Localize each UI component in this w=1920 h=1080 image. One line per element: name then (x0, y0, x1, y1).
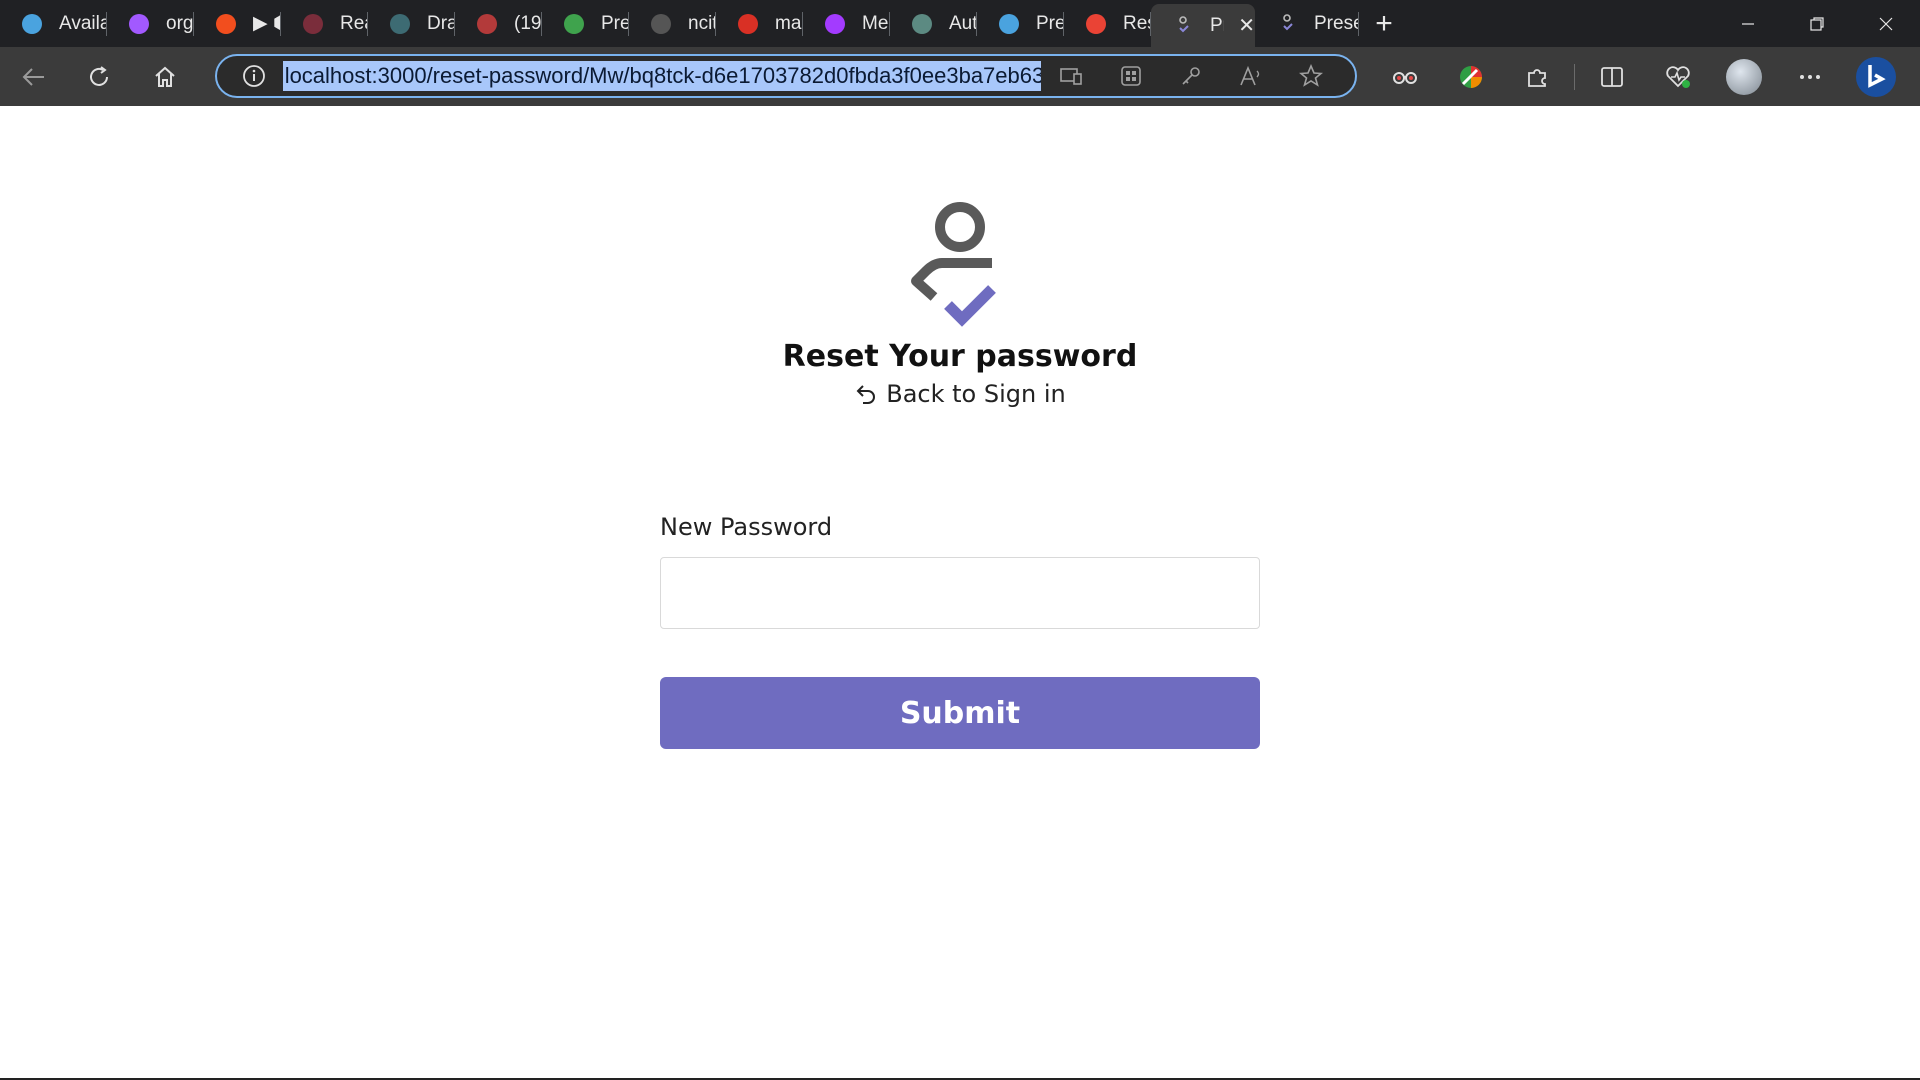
tab-label: orgo v (166, 12, 194, 34)
extension-colorwheel-icon[interactable] (1438, 47, 1504, 106)
tab-label: Auton (949, 12, 977, 34)
openai-icon (912, 13, 932, 34)
arrow-left-icon (22, 67, 44, 86)
close-tab-icon[interactable]: ✕ (1238, 13, 1255, 38)
leaf-icon (564, 13, 584, 34)
tab-label: ncit-re (688, 12, 716, 34)
extension-glasses-icon[interactable] (1372, 47, 1438, 106)
github-icon (651, 13, 671, 34)
tab-label: (197) [ (514, 12, 542, 34)
pdf-icon (738, 13, 758, 34)
app-logo-icon (911, 202, 996, 327)
figma-icon (129, 13, 149, 34)
tab-6[interactable]: Preser (542, 0, 629, 47)
tab-strip: Availal orgo v ▶ ⬢ ( React Drawe (197) [ Prese… (0, 0, 1920, 47)
avatar (1726, 58, 1762, 95)
tab-label: Preser (1036, 12, 1064, 34)
submit-button[interactable]: Submit (660, 677, 1260, 749)
key-icon[interactable] (1161, 56, 1221, 96)
bolt-icon (390, 13, 410, 34)
browser-essentials-icon[interactable] (1645, 47, 1711, 106)
back-to-signin-label: Back to Sign in (886, 380, 1066, 408)
tab-8[interactable]: main.p (716, 0, 803, 47)
refresh-icon (90, 65, 108, 86)
tab-10[interactable]: Auton (890, 0, 977, 47)
home-icon (155, 66, 175, 87)
more-menu-icon[interactable] (1777, 47, 1843, 106)
back-arrow-icon (854, 382, 878, 406)
back-to-signin-link[interactable]: Back to Sign in (0, 380, 1920, 408)
back-button[interactable] (0, 47, 66, 106)
new-tab-button[interactable]: + (1359, 0, 1409, 47)
cast-icon[interactable] (1041, 56, 1101, 96)
figma-icon (216, 13, 236, 34)
globe-icon (22, 13, 42, 34)
tab-label: Drawe (427, 12, 455, 34)
extensions-puzzle-icon[interactable] (1504, 47, 1570, 106)
tab-label: main.p (775, 12, 803, 34)
tab-active[interactable]: Pr ✕ (1151, 4, 1255, 47)
tab-2[interactable]: ▶ ⬢ ( (194, 0, 281, 47)
tab-separator (1358, 12, 1359, 36)
minimize-icon (1741, 22, 1754, 25)
address-bar[interactable]: localhost:3000/reset-password/Mw/bq8tck-… (215, 54, 1357, 98)
page-title: Reset Your password (782, 339, 1138, 374)
split-screen-icon[interactable] (1579, 47, 1645, 106)
tab-label: Messe (862, 12, 890, 34)
site-info-icon[interactable] (233, 64, 275, 88)
apps-icon[interactable] (1101, 56, 1161, 96)
bing-copilot-icon[interactable] (1843, 47, 1909, 106)
close-window-button[interactable] (1851, 0, 1920, 47)
tab-label: Preser (1314, 12, 1359, 34)
tab-11[interactable]: Preser (977, 0, 1064, 47)
tab-12[interactable]: Reset (1064, 0, 1151, 47)
url-text[interactable]: localhost:3000/reset-password/Mw/bq8tck-… (282, 61, 1041, 91)
tab-label: Preser (601, 12, 629, 34)
close-icon (1879, 17, 1892, 30)
tab-5[interactable]: (197) [ (455, 0, 542, 47)
tab-label: ▶ ⬢ ( (253, 13, 281, 34)
notification-icon (477, 13, 497, 34)
browser-toolbar: localhost:3000/reset-password/Mw/bq8tck-… (0, 47, 1920, 106)
profile-avatar[interactable] (1711, 47, 1777, 106)
messenger-icon (825, 13, 845, 34)
window-controls (1713, 0, 1920, 47)
favorite-star-icon[interactable] (1281, 56, 1341, 96)
reload-button[interactable] (66, 47, 132, 106)
tab-preser-2[interactable]: Preser (1255, 0, 1359, 47)
toolbar-divider (1574, 63, 1575, 90)
globe-icon (999, 13, 1019, 34)
tab-list: Availal orgo v ▶ ⬢ ( React Drawe (197) [ Prese… (0, 0, 1151, 47)
tab-label: React (340, 12, 368, 34)
tab-label: Availal (59, 12, 107, 34)
tab-0[interactable]: Availal (0, 0, 107, 47)
tab-3[interactable]: React (281, 0, 368, 47)
react-icon (303, 13, 323, 34)
tab-1[interactable]: orgo v (107, 0, 194, 47)
app-logo-icon (1173, 15, 1193, 36)
address-bar-actions (1041, 56, 1341, 96)
reset-password-page: Reset Your password Back to Sign in New … (0, 106, 1920, 1080)
tab-label: Reset (1123, 12, 1151, 34)
app-logo-icon (1277, 13, 1297, 34)
gmail-icon (1086, 13, 1106, 34)
home-button[interactable] (132, 47, 198, 106)
tab-active-label: Pr (1210, 14, 1224, 36)
read-aloud-icon[interactable] (1221, 56, 1281, 96)
tab-9[interactable]: Messe (803, 0, 890, 47)
tab-4[interactable]: Drawe (368, 0, 455, 47)
tab-7[interactable]: ncit-re (629, 0, 716, 47)
restore-icon (1809, 16, 1824, 31)
new-password-input[interactable] (660, 557, 1260, 629)
toolbar-right-icons (1372, 47, 1909, 106)
minimize-button[interactable] (1713, 0, 1782, 47)
restore-button[interactable] (1782, 0, 1851, 47)
new-password-label: New Password (660, 513, 833, 541)
